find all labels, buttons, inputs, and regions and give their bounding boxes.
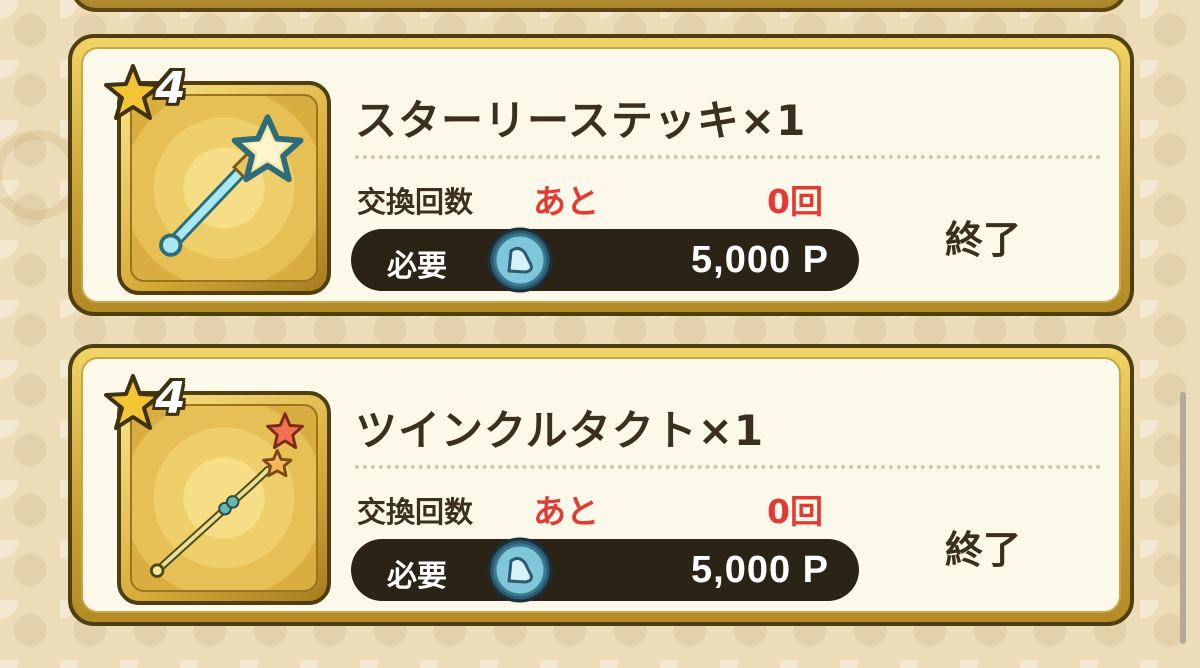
- cost-label: 必要: [387, 559, 447, 594]
- dotted-divider: [355, 465, 1101, 469]
- cost-value: 5,000 P: [691, 239, 829, 281]
- remaining-label: あと: [533, 182, 599, 221]
- cost-pill: 必要 5,000 P: [351, 227, 859, 293]
- exchange-count-label: 交換回数: [357, 495, 474, 529]
- item-name: ツインクルタクト×1: [355, 406, 765, 455]
- dotted-divider: [355, 155, 1101, 159]
- rarity-badge: 4: [103, 63, 213, 129]
- star-icon: [104, 64, 162, 120]
- cost-pill: 必要 5,000 P: [351, 537, 859, 603]
- medal-coin-icon: [487, 537, 553, 603]
- item-name: スターリーステッキ×1: [355, 96, 807, 145]
- scrollbar[interactable]: [1180, 392, 1186, 644]
- rarity-value: 4: [155, 373, 186, 424]
- rarity-badge: 4: [103, 373, 213, 439]
- previous-card-edge: [70, 0, 1128, 12]
- card-body: 4 スターリーステッキ×1 交換回数 あと 0回 必要 5,000 P 終了: [81, 47, 1121, 303]
- cost-label: 必要: [387, 249, 447, 284]
- cost-value: 5,000 P: [691, 549, 829, 591]
- remaining-count: 0回: [767, 182, 823, 221]
- remaining-label: あと: [533, 492, 599, 531]
- card-body: 4 ツインクルタクト×1 交換回数 あと 0回 必要 5,000 P 終了: [81, 357, 1121, 613]
- exchange-count-label: 交換回数: [357, 185, 474, 219]
- exchange-status: 終了: [945, 528, 1022, 572]
- exchange-status: 終了: [945, 218, 1022, 262]
- exchange-card[interactable]: 4 スターリーステッキ×1 交換回数 あと 0回 必要 5,000 P 終了: [68, 34, 1134, 316]
- remaining-count: 0回: [767, 492, 823, 531]
- exchange-card[interactable]: 4 ツインクルタクト×1 交換回数 あと 0回 必要 5,000 P 終了: [68, 344, 1134, 626]
- medal-coin-icon: [487, 227, 553, 293]
- rarity-value: 4: [155, 63, 186, 114]
- star-icon: [104, 374, 162, 430]
